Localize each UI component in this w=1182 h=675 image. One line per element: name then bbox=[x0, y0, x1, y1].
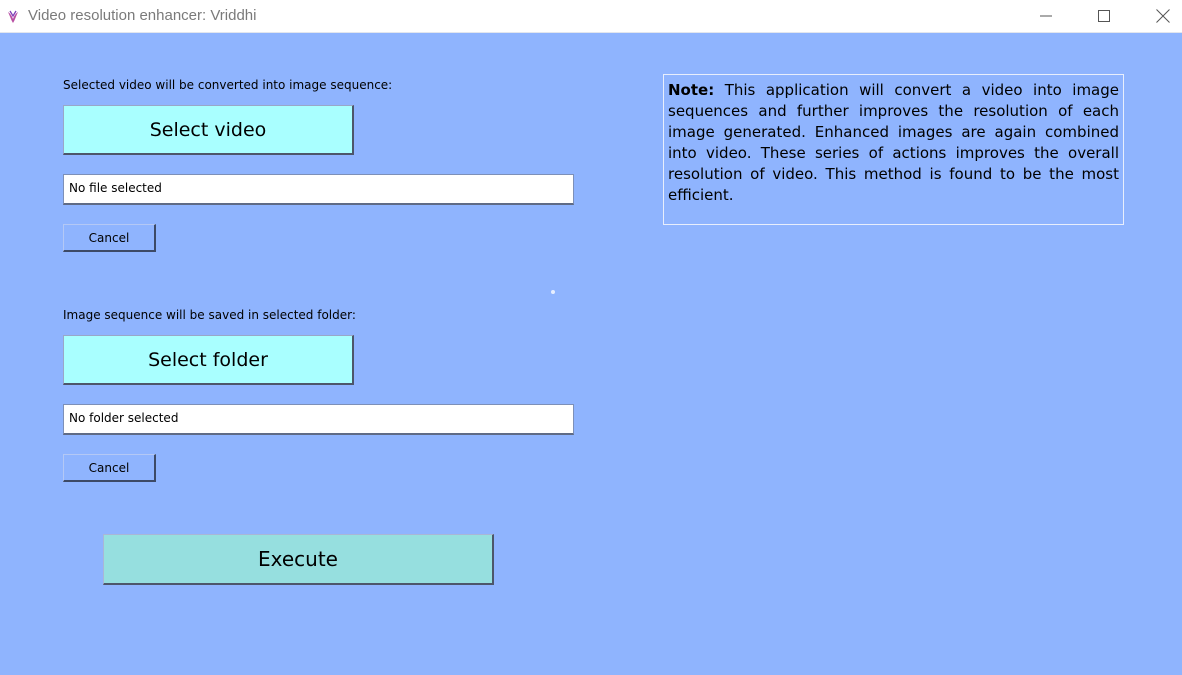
minimize-icon bbox=[1040, 10, 1052, 22]
video-section-label: Selected video will be converted into im… bbox=[63, 78, 393, 92]
cancel-folder-button[interactable]: Cancel bbox=[63, 454, 156, 482]
select-video-button[interactable]: Select video bbox=[63, 105, 354, 155]
window-title: Video resolution enhancer: Vriddhi bbox=[28, 7, 257, 24]
maximize-icon bbox=[1098, 10, 1110, 22]
select-folder-button[interactable]: Select folder bbox=[63, 335, 354, 385]
note-panel: Note: This application will convert a vi… bbox=[663, 74, 1124, 225]
close-button[interactable] bbox=[1140, 0, 1182, 32]
folder-section-label: Image sequence will be saved in selected… bbox=[63, 308, 356, 322]
maximize-button[interactable] bbox=[1081, 0, 1127, 32]
note-body: This application will convert a video in… bbox=[668, 81, 1119, 204]
execute-button[interactable]: Execute bbox=[103, 534, 494, 585]
cursor-dot bbox=[551, 290, 555, 294]
folder-path-field[interactable]: No folder selected bbox=[63, 404, 574, 435]
video-path-field[interactable]: No file selected bbox=[63, 174, 574, 205]
cancel-video-button[interactable]: Cancel bbox=[63, 224, 156, 252]
vriddhi-app-icon bbox=[7, 9, 19, 23]
app-window: Video resolution enhancer: Vriddhi Selec… bbox=[0, 0, 1182, 675]
close-icon bbox=[1156, 9, 1170, 23]
title-bar[interactable]: Video resolution enhancer: Vriddhi bbox=[0, 0, 1182, 33]
minimize-button[interactable] bbox=[1023, 0, 1069, 32]
note-heading: Note: bbox=[668, 81, 715, 99]
